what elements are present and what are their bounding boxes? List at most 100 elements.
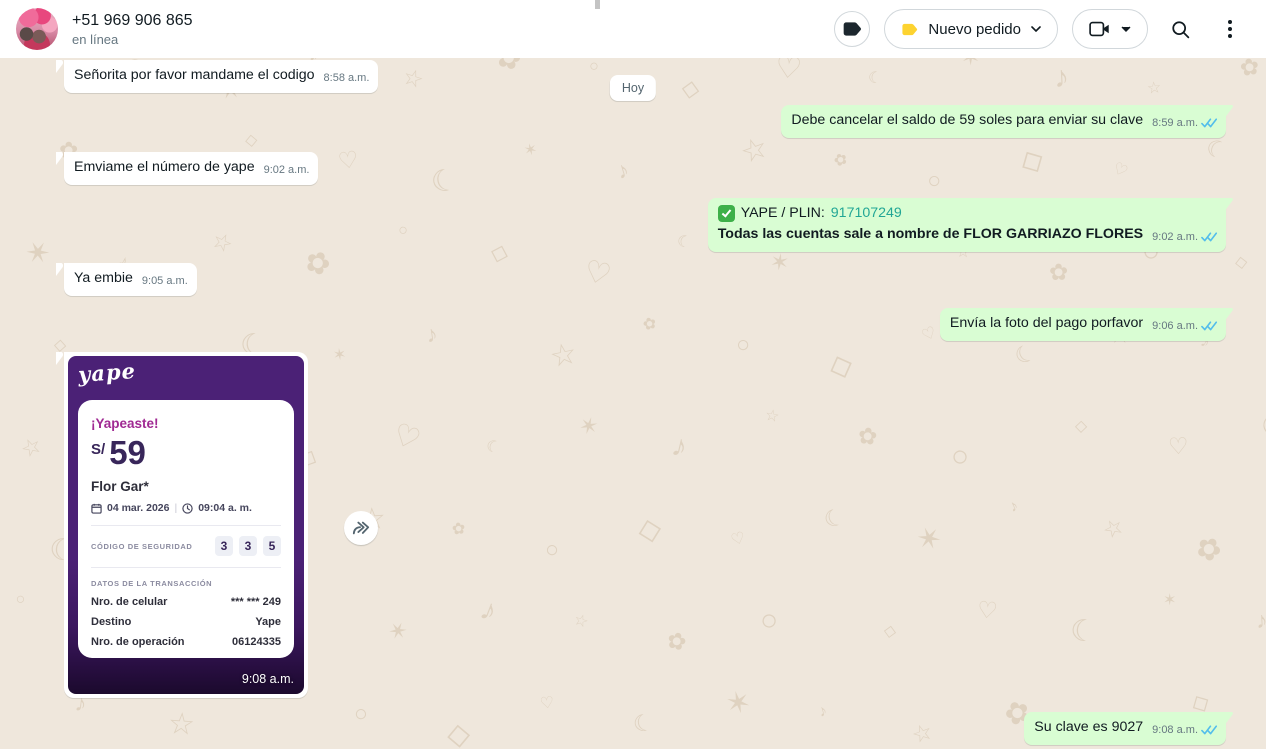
receipt-amount: S/ 59 <box>91 436 281 470</box>
doodle: ◇ <box>1013 140 1050 182</box>
menu-button[interactable] <box>1212 11 1248 47</box>
doodle: ☆ <box>167 706 196 743</box>
message-time: 9:08 a.m. <box>242 672 294 686</box>
bubble-tail <box>56 152 64 165</box>
doodle: ✿ <box>856 422 878 451</box>
receipt-datetime: 04 mar. 2026 | 09:04 a. m. <box>91 502 281 514</box>
phone-number-link[interactable]: 917107249 <box>831 204 902 223</box>
message-row: Su clave es 9027 9:08 a.m. <box>1024 712 1226 745</box>
chat-header: +51 969 906 865 en línea Nuevo pedido <box>0 0 1266 58</box>
transaction-row: Destino Yape <box>91 616 281 628</box>
doodle: ○ <box>395 221 410 241</box>
doodle: ♡ <box>919 322 940 346</box>
doodle: ♡ <box>1109 158 1131 182</box>
message-time: 8:58 a.m. <box>324 69 370 88</box>
bubble-tail <box>1226 105 1234 118</box>
doodle: ☾ <box>1260 408 1266 445</box>
image-message[interactable]: yape ¡Yapeaste! S/ 59 Flor Gar* <box>64 352 308 698</box>
doodle: ✶ <box>576 411 602 442</box>
doodle: ☾ <box>1069 613 1098 649</box>
doodle: ◇ <box>883 620 898 642</box>
contact-info[interactable]: +51 969 906 865 en línea <box>16 8 193 50</box>
forward-button[interactable] <box>344 511 378 545</box>
new-order-button[interactable]: Nuevo pedido <box>884 9 1058 49</box>
row-label: Destino <box>91 616 131 628</box>
doodle: ☆ <box>547 336 581 376</box>
message-time: 9:02 a.m. <box>264 161 310 180</box>
amount-value: 59 <box>109 436 146 470</box>
message-time: 9:08 a.m. <box>1152 721 1198 740</box>
message-row: Ya embie 9:05 a.m. <box>64 263 197 296</box>
message-bubble-incoming[interactable]: Señorita por favor mandame el codigo 8:5… <box>64 60 378 93</box>
receipt-card: ¡Yapeaste! S/ 59 Flor Gar* 04 mar. 2026 <box>78 400 294 658</box>
transaction-row: Nro. de operación 06124335 <box>91 636 281 648</box>
doodle: ♡ <box>336 146 360 176</box>
yape-receipt-image[interactable]: yape ¡Yapeaste! S/ 59 Flor Gar* <box>68 356 304 694</box>
online-status: en línea <box>72 31 193 49</box>
row-value: *** *** 249 <box>231 596 281 608</box>
doodle: ♡ <box>976 596 999 625</box>
scrollbar[interactable] <box>595 0 600 9</box>
bubble-tail <box>1226 198 1234 211</box>
search-icon <box>1170 19 1191 40</box>
doodle: ◇ <box>1075 416 1088 436</box>
label-icon <box>842 19 862 39</box>
doodle: ✿ <box>641 313 659 336</box>
currency-symbol: S/ <box>91 441 105 458</box>
avatar[interactable] <box>16 8 58 50</box>
message-row: Envía la foto del pago porfavor 9:06 a.m… <box>940 308 1226 341</box>
doodle: ✶ <box>961 58 980 71</box>
doodle: ♡ <box>1168 433 1190 461</box>
doodle: ☆ <box>16 431 46 464</box>
read-receipt-icon <box>1201 232 1217 243</box>
doodle: ✿ <box>1238 58 1261 82</box>
doodle: ☆ <box>736 129 773 171</box>
message-bubble-outgoing[interactable]: Su clave es 9027 9:08 a.m. <box>1024 712 1226 745</box>
search-button[interactable] <box>1162 11 1198 47</box>
doodle: ◇ <box>823 345 857 386</box>
message-bubble-incoming[interactable]: Ya embie 9:05 a.m. <box>64 263 197 296</box>
message-bubble-incoming[interactable]: Emviame el número de yape 9:02 a.m. <box>64 152 318 185</box>
row-value: Yape <box>255 616 281 628</box>
receipt-time: 09:04 a. m. <box>198 502 252 514</box>
label-button[interactable] <box>834 11 870 47</box>
bubble-tail <box>56 60 64 73</box>
doodle: ♡ <box>773 58 803 87</box>
doodle: ✶ <box>383 615 412 648</box>
message-row: Emviame el número de yape 9:02 a.m. <box>64 152 318 185</box>
message-text: Envía la foto del pago porfavor <box>950 314 1143 333</box>
doodle: ✿ <box>1049 259 1069 286</box>
doodle: ♡ <box>539 692 556 714</box>
message-bubble-outgoing[interactable]: YAPE / PLIN: 917107249 Todas las cuentas… <box>708 198 1226 252</box>
doodle: ✶ <box>332 344 347 365</box>
doodle: ♪ <box>1007 497 1022 517</box>
message-bubble-outgoing[interactable]: Envía la foto del pago porfavor 9:06 a.m… <box>940 308 1226 341</box>
message-time: 9:02 a.m. <box>1152 228 1198 247</box>
message-row: YAPE / PLIN: 917107249 Todas las cuentas… <box>708 198 1226 252</box>
doodle: ○ <box>950 439 970 474</box>
calendar-icon <box>91 503 102 514</box>
row-value: 06124335 <box>232 636 281 648</box>
doodle: ✶ <box>19 232 58 275</box>
receipt-title: ¡Yapeaste! <box>91 416 281 431</box>
chat-panel: ♡☾✶♪☆✿○◇♡☾✶♪☆✿✿○◇♡☾✶♪☆✿○◇♡☾✶✶♪☆✿○◇♡☾✶♪☆✿… <box>0 58 1266 749</box>
doodle: ○ <box>354 700 369 727</box>
doodle: ♡ <box>729 527 748 550</box>
doodle: ✶ <box>722 683 755 723</box>
doodle: ♡ <box>387 416 425 459</box>
doodle: ♪ <box>1255 607 1266 635</box>
read-receipt-icon <box>1201 118 1217 129</box>
clock-icon <box>182 503 193 514</box>
kebab-menu-icon <box>1228 20 1232 38</box>
message-bubble-outgoing[interactable]: Debe cancelar el saldo de 59 soles para … <box>781 105 1226 138</box>
bubble-tail <box>56 263 64 276</box>
doodle: ◇ <box>1234 251 1249 272</box>
doodle: ♪ <box>475 592 501 629</box>
doodle: ✿ <box>492 58 525 79</box>
doodle: ✶ <box>522 139 540 162</box>
bubble-tail <box>1226 308 1234 321</box>
video-call-button[interactable] <box>1072 9 1148 49</box>
doodle: ✶ <box>911 519 947 561</box>
security-code-digit: 3 <box>239 536 257 556</box>
doodle: ☆ <box>763 405 781 427</box>
